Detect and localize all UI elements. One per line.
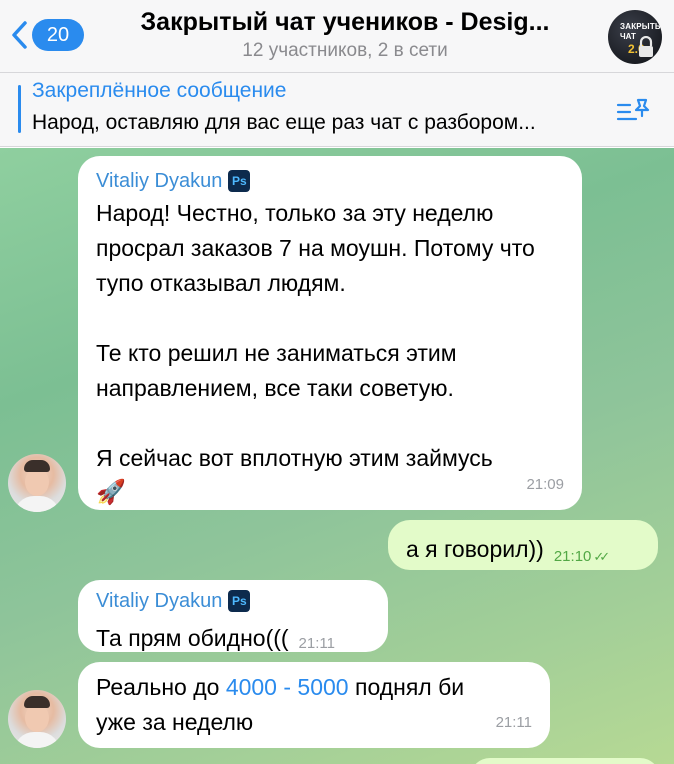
chat-avatar[interactable]: ЗАКРЫТЫЙ ЧАТ 2.0: [608, 10, 662, 64]
chat-subtitle: 12 участников, 2 в сети: [242, 40, 448, 61]
avatar[interactable]: [8, 690, 66, 748]
sender-name[interactable]: Vitaliy Dyakun Ps: [96, 166, 564, 196]
message-time: 21:10: [553, 547, 592, 565]
pinned-list-icon[interactable]: [616, 97, 652, 123]
outgoing-message[interactable]: [470, 758, 660, 764]
message-text: Те кто решил не заниматься этим направле…: [96, 340, 457, 401]
incoming-message[interactable]: Vitaliy Dyakun Ps Народ! Честно, только …: [78, 156, 582, 510]
avatar[interactable]: [8, 454, 66, 512]
message-text: Народ! Честно, только за эту неделю прос…: [96, 200, 535, 296]
pinned-message-bar[interactable]: Закреплённое сообщение Народ, оставляю д…: [0, 73, 674, 147]
outgoing-message[interactable]: а я говорил)) 21:10 ✓✓: [388, 520, 658, 570]
message-time: 21:11: [298, 635, 335, 652]
number-link[interactable]: 4000 - 5000: [226, 674, 349, 700]
unread-count-badge: 20: [32, 19, 84, 51]
double-check-icon: ✓✓: [593, 548, 610, 564]
message-text: Я сейчас вот вплотную этим займусь: [96, 445, 493, 471]
pinned-indicator: [18, 85, 21, 133]
message-text: Реально до 4000 - 5000 поднял би: [96, 674, 465, 700]
pinned-title: Закреплённое сообщение: [32, 79, 287, 102]
incoming-message[interactable]: Vitaliy Dyakun Ps Та прям обидно((( 21:1…: [78, 580, 388, 652]
pinned-text: Народ, оставляю для вас еще раз чат с ра…: [32, 111, 536, 134]
message-list[interactable]: Vitaliy Dyakun Ps Народ! Честно, только …: [0, 148, 674, 764]
message-text: а я говорил)): [406, 535, 544, 562]
rocket-emoji: 🚀: [96, 479, 126, 506]
chat-header: 20 Закрытый чат учеников - Desig... 12 у…: [0, 0, 674, 72]
chevron-left-icon: [12, 21, 27, 49]
sender-name[interactable]: Vitaliy Dyakun Ps: [96, 586, 370, 616]
message-time: 21:11: [495, 714, 532, 731]
message-text: Та прям обидно(((: [96, 625, 289, 651]
back-button[interactable]: 20: [10, 18, 84, 52]
message-text: уже за неделю: [96, 709, 254, 735]
chat-title[interactable]: Закрытый чат учеников - Desig...: [100, 8, 590, 37]
lock-icon: [639, 36, 653, 57]
photoshop-badge-icon: Ps: [228, 590, 251, 612]
incoming-message[interactable]: Реально до 4000 - 5000 поднял би уже за …: [78, 662, 550, 748]
photoshop-badge-icon: Ps: [228, 170, 251, 192]
message-time: 21:09: [526, 476, 564, 493]
